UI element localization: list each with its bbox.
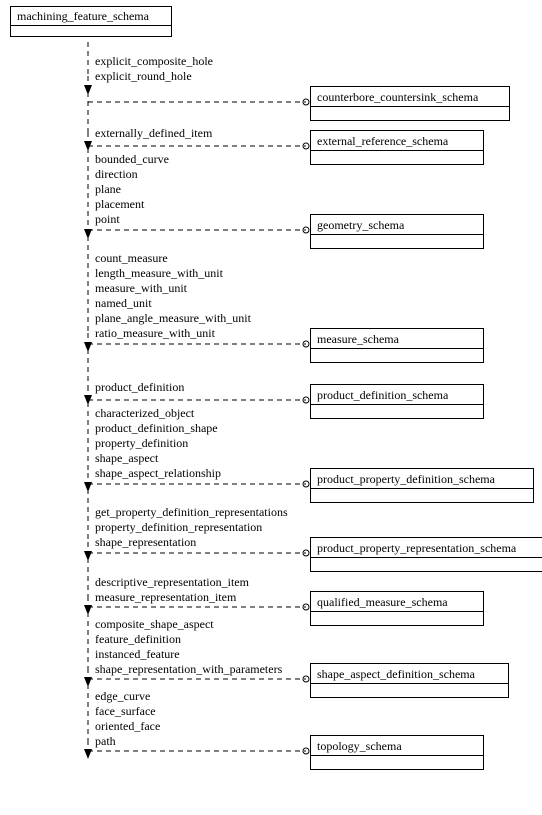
source-schema-body xyxy=(11,26,171,36)
reference-label: shape_aspect xyxy=(95,451,221,466)
target-schema-title: product_definition_schema xyxy=(311,385,483,405)
target-schema-body xyxy=(317,406,477,415)
reference-label: direction xyxy=(95,167,169,182)
reference-labels: count_measurelength_measure_with_unitmea… xyxy=(95,251,251,341)
reference-labels: product_definition xyxy=(95,380,184,395)
reference-label: product_definition xyxy=(95,380,184,395)
reference-labels: get_property_definition_representationsp… xyxy=(95,505,288,550)
reference-label: path xyxy=(95,734,160,749)
target-schema-title: counterbore_countersink_schema xyxy=(311,87,509,107)
target-schema-box: measure_schema xyxy=(310,328,484,363)
reference-label: shape_representation xyxy=(95,535,288,550)
reference-label: edge_curve xyxy=(95,689,160,704)
reference-label: descriptive_representation_item xyxy=(95,575,249,590)
reference-labels: characterized_objectproduct_definition_s… xyxy=(95,406,221,481)
reference-label: property_definition_representation xyxy=(95,520,288,535)
reference-label: plane xyxy=(95,182,169,197)
reference-label: get_property_definition_representations xyxy=(95,505,288,520)
target-schema-body xyxy=(317,236,477,245)
reference-label: explicit_composite_hole xyxy=(95,54,213,69)
target-schema-body xyxy=(317,559,542,568)
target-schema-title: geometry_schema xyxy=(311,215,483,235)
reference-label: property_definition xyxy=(95,436,221,451)
target-schema-body xyxy=(317,757,477,766)
target-schema-body xyxy=(317,613,477,622)
reference-label: explicit_round_hole xyxy=(95,69,213,84)
target-schema-title: product_property_representation_schema xyxy=(311,538,542,558)
target-schema-box: geometry_schema xyxy=(310,214,484,249)
target-schema-box: product_property_representation_schema xyxy=(310,537,542,572)
reference-label: ratio_measure_with_unit xyxy=(95,326,251,341)
reference-label: externally_defined_item xyxy=(95,126,212,141)
target-schema-box: product_definition_schema xyxy=(310,384,484,419)
target-schema-box: qualified_measure_schema xyxy=(310,591,484,626)
reference-label: point xyxy=(95,212,169,227)
reference-labels: explicit_composite_holeexplicit_round_ho… xyxy=(95,54,213,84)
reference-labels: descriptive_representation_itemmeasure_r… xyxy=(95,575,249,605)
target-schema-title: shape_aspect_definition_schema xyxy=(311,664,508,684)
reference-label: bounded_curve xyxy=(95,152,169,167)
reference-label: shape_aspect_relationship xyxy=(95,466,221,481)
target-schema-title: topology_schema xyxy=(311,736,483,756)
source-schema-title: machining_feature_schema xyxy=(11,7,171,26)
reference-label: length_measure_with_unit xyxy=(95,266,251,281)
target-schema-title: measure_schema xyxy=(311,329,483,349)
reference-labels: externally_defined_item xyxy=(95,126,212,141)
reference-label: composite_shape_aspect xyxy=(95,617,282,632)
target-schema-box: topology_schema xyxy=(310,735,484,770)
reference-label: measure_with_unit xyxy=(95,281,251,296)
reference-label: feature_definition xyxy=(95,632,282,647)
reference-label: characterized_object xyxy=(95,406,221,421)
reference-label: named_unit xyxy=(95,296,251,311)
reference-label: product_definition_shape xyxy=(95,421,221,436)
reference-label: placement xyxy=(95,197,169,212)
reference-labels: edge_curveface_surfaceoriented_facepath xyxy=(95,689,160,749)
target-schema-title: qualified_measure_schema xyxy=(311,592,483,612)
source-schema-box: machining_feature_schema xyxy=(10,6,172,37)
reference-label: oriented_face xyxy=(95,719,160,734)
target-schema-body xyxy=(317,490,527,499)
reference-labels: bounded_curvedirectionplaneplacementpoin… xyxy=(95,152,169,227)
target-schema-box: shape_aspect_definition_schema xyxy=(310,663,509,698)
target-schema-body xyxy=(317,108,503,117)
target-schema-box: product_property_definition_schema xyxy=(310,468,534,503)
reference-label: measure_representation_item xyxy=(95,590,249,605)
reference-label: count_measure xyxy=(95,251,251,266)
reference-label: face_surface xyxy=(95,704,160,719)
reference-label: plane_angle_measure_with_unit xyxy=(95,311,251,326)
target-schema-title: product_property_definition_schema xyxy=(311,469,533,489)
reference-label: shape_representation_with_parameters xyxy=(95,662,282,677)
target-schema-box: counterbore_countersink_schema xyxy=(310,86,510,121)
reference-labels: composite_shape_aspectfeature_definition… xyxy=(95,617,282,677)
target-schema-body xyxy=(317,350,477,359)
target-schema-title: external_reference_schema xyxy=(311,131,483,151)
reference-label: instanced_feature xyxy=(95,647,282,662)
target-schema-box: external_reference_schema xyxy=(310,130,484,165)
target-schema-body xyxy=(317,152,477,161)
target-schema-body xyxy=(317,685,502,694)
